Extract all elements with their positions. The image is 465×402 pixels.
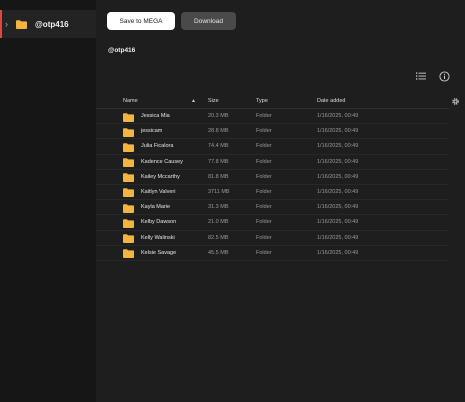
file-date-added: 1/16/2025, 00:49 xyxy=(317,249,359,256)
file-size: 81.8 MB xyxy=(208,173,229,180)
file-size: 21.0 MB xyxy=(208,219,229,226)
file-date-added: 1/16/2025, 00:49 xyxy=(317,158,359,165)
sidebar-item-label: @otp416 xyxy=(35,19,69,29)
download-button[interactable]: Download xyxy=(181,12,236,30)
folder-icon xyxy=(123,158,134,168)
file-name: jessicam xyxy=(141,128,163,135)
list-view-icon[interactable] xyxy=(415,70,427,82)
table-row[interactable]: jessicam 28.8 MB Folder 1/16/2025, 00:49 xyxy=(96,124,449,140)
file-size: 82.5 MB xyxy=(208,234,229,241)
file-size: 77.8 MB xyxy=(208,158,229,165)
table-body: Jessica Mia 20.3 MB Folder 1/16/2025, 00… xyxy=(96,109,449,261)
folder-icon xyxy=(123,249,134,259)
file-name: Kadence Causey xyxy=(141,158,183,165)
file-type: Folder xyxy=(256,249,272,256)
table-row[interactable]: Kelly Walinski 82.5 MB Folder 1/16/2025,… xyxy=(96,231,449,246)
folder-icon xyxy=(123,188,134,198)
file-type: Folder xyxy=(256,234,272,241)
table-row[interactable]: Jessica Mia 20.3 MB Folder 1/16/2025, 00… xyxy=(96,109,449,125)
file-size: 28.8 MB xyxy=(208,128,229,135)
file-date-added: 1/16/2025, 00:49 xyxy=(317,234,359,241)
file-date-added: 1/16/2025, 00:49 xyxy=(317,188,359,195)
file-size: 74.4 MB xyxy=(208,143,229,150)
folder-icon xyxy=(123,143,134,152)
file-name: Kaitlyn Valveri xyxy=(141,188,176,195)
gear-icon[interactable] xyxy=(449,95,461,107)
file-size: 45.5 MB xyxy=(208,249,229,256)
file-name: Kayla Marie xyxy=(141,204,171,211)
sidebar: › @otp416 xyxy=(0,0,96,402)
sort-ascending-icon[interactable]: ▲ xyxy=(191,98,196,104)
file-type: Folder xyxy=(256,113,272,119)
file-type: Folder xyxy=(256,143,272,150)
main-panel: Save to MEGA Download @otp416 Name ▲ Siz… xyxy=(96,0,465,402)
file-size: 31.3 MB xyxy=(208,204,229,211)
file-size: 3711 MB xyxy=(208,188,230,195)
page-title: @otp416 xyxy=(108,47,136,54)
file-name: Kelly Walinski xyxy=(141,234,175,241)
file-date-added: 1/16/2025, 00:49 xyxy=(317,219,359,226)
table-row[interactable]: Kelsie Savage 45.5 MB Folder 1/16/2025, … xyxy=(96,246,449,261)
file-name: Jessica Mia xyxy=(141,113,170,119)
file-type: Folder xyxy=(256,173,272,180)
table-row[interactable]: Kelby Dawson 21.0 MB Folder 1/16/2025, 0… xyxy=(96,215,449,231)
sidebar-item-otp416[interactable]: › @otp416 xyxy=(0,10,96,38)
folder-icon xyxy=(123,112,134,122)
file-name: Julia Ficalora xyxy=(141,143,174,150)
file-size: 20.3 MB xyxy=(208,113,229,119)
folder-icon xyxy=(123,219,134,228)
file-name: Kelby Dawson xyxy=(141,219,177,226)
column-header-date-added[interactable]: Date added xyxy=(317,98,345,104)
file-date-added: 1/16/2025, 00:49 xyxy=(317,173,359,180)
file-type: Folder xyxy=(256,219,272,226)
file-date-added: 1/16/2025, 00:49 xyxy=(317,128,359,135)
column-header-size[interactable]: Size xyxy=(208,98,219,104)
file-table: Name ▲ Size Type Date added Jessica Mia … xyxy=(96,94,449,261)
file-type: Folder xyxy=(256,188,272,195)
file-name: Kailey Mccarthy xyxy=(141,173,180,180)
table-row[interactable]: Kayla Marie 31.3 MB Folder 1/16/2025, 00… xyxy=(96,200,449,216)
folder-icon xyxy=(123,127,134,137)
file-date-added: 1/16/2025, 00:49 xyxy=(317,204,359,211)
folder-icon xyxy=(123,173,134,183)
column-header-name[interactable]: Name xyxy=(123,98,138,104)
folder-icon xyxy=(16,19,27,29)
table-row[interactable]: Kailey Mccarthy 81.8 MB Folder 1/16/2025… xyxy=(96,170,449,185)
table-header: Name ▲ Size Type Date added xyxy=(96,94,449,109)
table-row[interactable]: Kadence Causey 77.8 MB Folder 1/16/2025,… xyxy=(96,155,449,170)
file-date-added: 1/16/2025, 00:49 xyxy=(317,143,359,150)
folder-icon xyxy=(123,234,134,243)
column-header-type[interactable]: Type xyxy=(256,98,268,104)
folder-icon xyxy=(123,203,134,213)
file-date-added: 1/16/2025, 00:49 xyxy=(317,113,359,119)
file-name: Kelsie Savage xyxy=(141,249,177,256)
save-to-mega-button[interactable]: Save to MEGA xyxy=(107,12,175,30)
file-type: Folder xyxy=(256,204,272,211)
table-row[interactable]: Kaitlyn Valveri 3711 MB Folder 1/16/2025… xyxy=(96,185,449,201)
file-type: Folder xyxy=(256,158,272,165)
chevron-right-icon[interactable]: › xyxy=(5,19,15,29)
info-icon[interactable] xyxy=(438,70,450,82)
file-type: Folder xyxy=(256,128,272,135)
table-row[interactable]: Julia Ficalora 74.4 MB Folder 1/16/2025,… xyxy=(96,139,449,155)
